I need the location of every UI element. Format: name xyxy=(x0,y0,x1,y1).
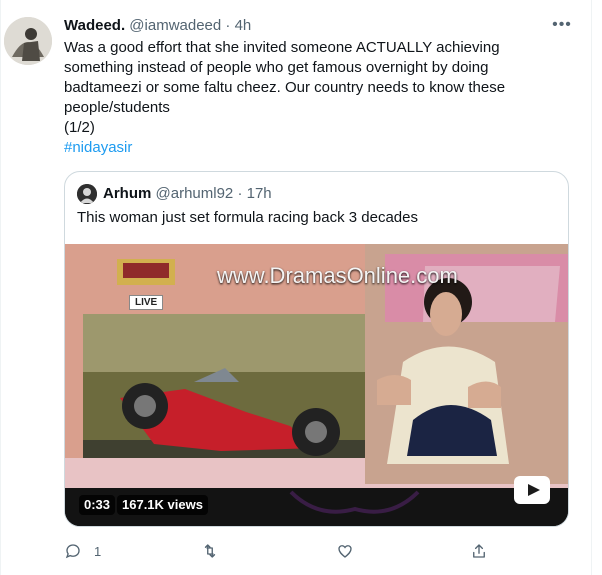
reply-count: 1 xyxy=(94,543,102,559)
video-player[interactable]: www.DramasOnline.com LIVE 0:33 167.1K vi… xyxy=(65,244,568,526)
video-views: 167.1K views xyxy=(117,495,208,515)
quoted-tweet-text: This woman just set formula racing back … xyxy=(77,209,418,226)
quoted-tweet-header: Arhum @arhuml92 · 17h xyxy=(103,184,272,204)
header-separator: · xyxy=(225,17,231,34)
quoted-author-handle[interactable]: @arhuml92 xyxy=(156,185,234,202)
like-button[interactable] xyxy=(336,540,366,562)
quoted-header-separator: · xyxy=(237,185,243,202)
like-icon xyxy=(338,545,352,558)
quoted-tweet-card[interactable]: Arhum @arhuml92 · 17h This woman just se… xyxy=(64,171,569,527)
tweet-header: Wadeed. @iamwadeed · 4h xyxy=(64,16,251,36)
quoted-tweet-time[interactable]: 17h xyxy=(247,185,272,202)
tweet-time[interactable]: 4h xyxy=(235,17,252,34)
author-avatar[interactable] xyxy=(4,17,52,65)
tweet-actions: 1 xyxy=(64,540,504,562)
live-badge: LIVE xyxy=(129,295,164,310)
retweet-icon xyxy=(204,544,216,558)
share-icon xyxy=(473,544,485,558)
tweet-text: Was a good effort that she invited someo… xyxy=(64,39,506,136)
quoted-author-avatar[interactable] xyxy=(77,184,97,204)
author-handle[interactable]: @iamwadeed xyxy=(129,17,221,34)
more-horizontal-icon[interactable]: ••• xyxy=(550,14,574,38)
play-icon[interactable] xyxy=(514,476,550,504)
retweet-button[interactable] xyxy=(201,540,231,562)
video-duration: 0:33 xyxy=(79,495,116,515)
timeline-border-right xyxy=(591,0,592,575)
share-button[interactable] xyxy=(470,540,488,562)
reply-button[interactable]: 1 xyxy=(64,540,101,562)
video-watermark: www.DramasOnline.com xyxy=(217,263,458,288)
quoted-author-name[interactable]: Arhum xyxy=(103,185,151,202)
reply-icon xyxy=(65,544,80,559)
author-name[interactable]: Wadeed. xyxy=(64,17,125,34)
timeline-border-left xyxy=(0,0,1,575)
hashtag-link[interactable]: #nidayasir xyxy=(64,138,132,158)
